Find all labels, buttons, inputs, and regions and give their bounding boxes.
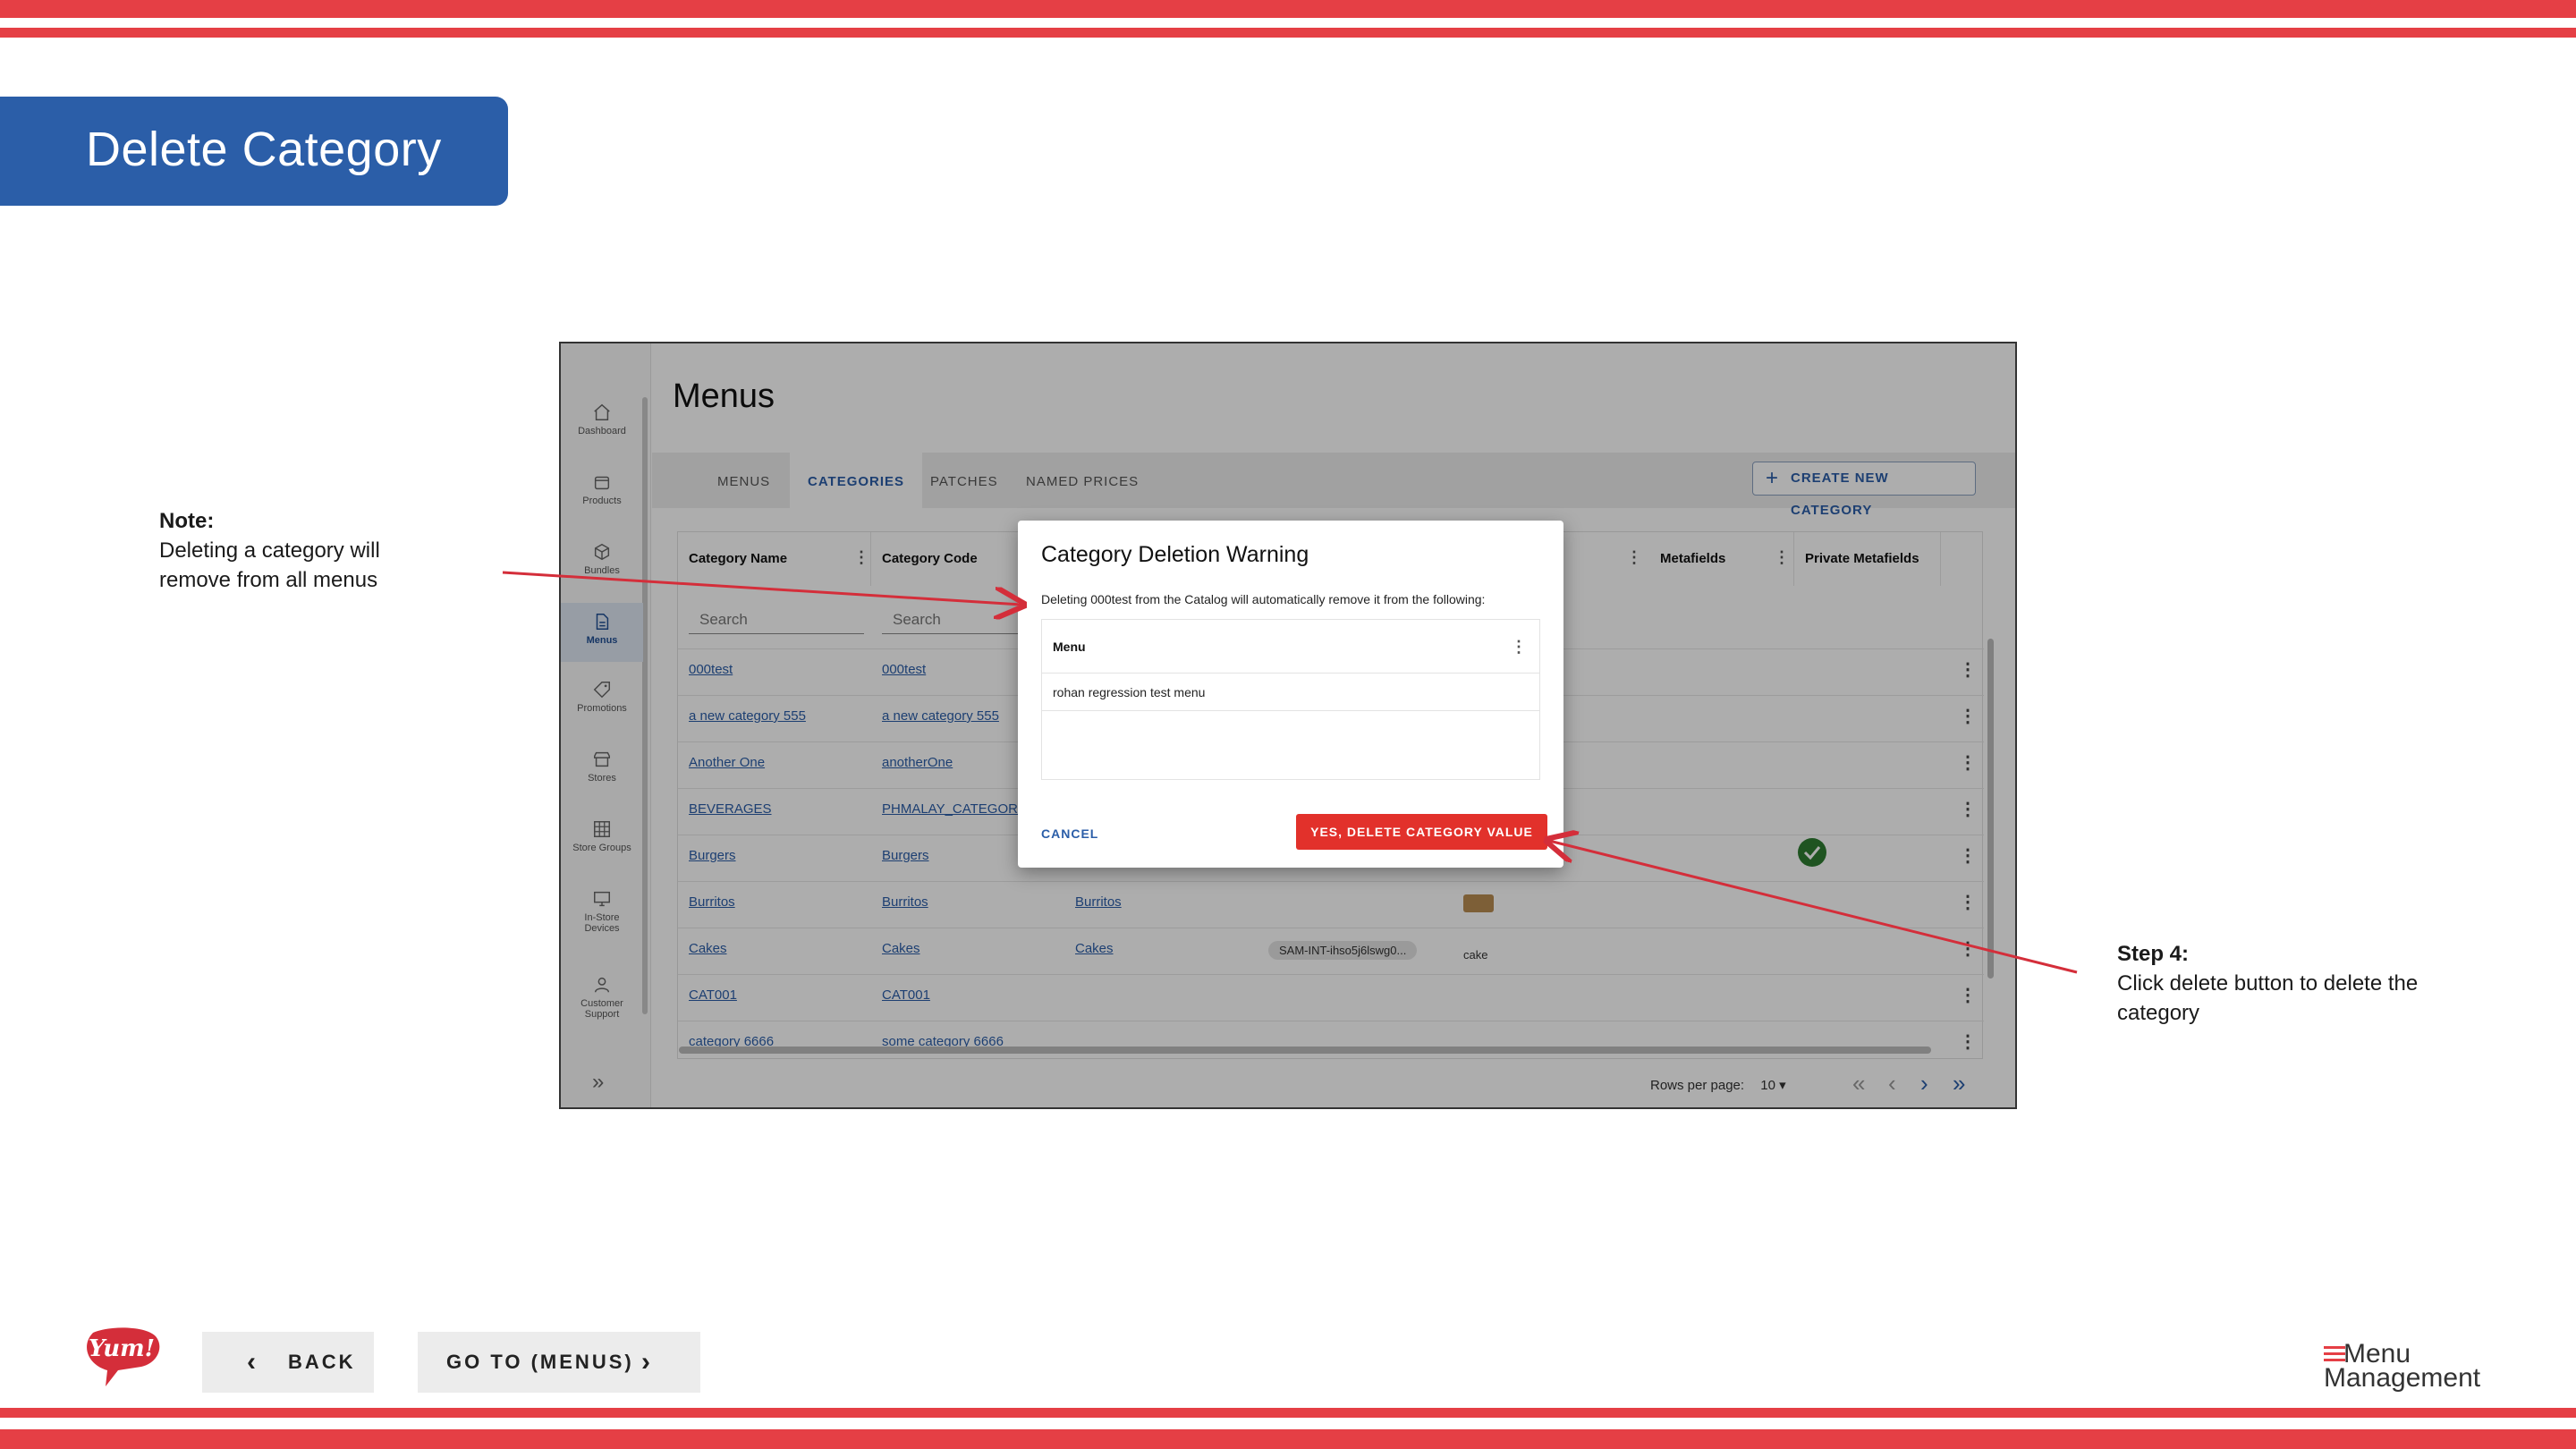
menu-management-logo: Menu Management (2324, 1339, 2481, 1393)
back-label: BACK (288, 1351, 356, 1373)
dialog-title: Category Deletion Warning (1041, 542, 1309, 567)
title-banner: Delete Category (0, 97, 508, 206)
menu-lines-icon (2324, 1346, 2345, 1365)
note-heading: Note: (159, 509, 215, 533)
top-stripe-thin (0, 28, 2576, 38)
chevron-left-icon: ‹ (247, 1347, 258, 1377)
note-line: remove from all menus (159, 568, 378, 592)
goto-label: GO TO (MENUS) (446, 1351, 634, 1373)
logo-line: Management (2324, 1363, 2481, 1393)
logo-line: Menu (2343, 1339, 2411, 1368)
dialog-message: Deleting 000test from the Catalog will a… (1041, 592, 1486, 606)
affected-menus-table: Menu ⋮ rohan regression test menu (1041, 619, 1540, 780)
affected-menu-row: rohan regression test menu (1042, 674, 1539, 711)
back-button[interactable]: ‹ BACK (202, 1332, 374, 1393)
column-menu-icon[interactable]: ⋮ (1511, 620, 1527, 674)
top-stripe-thick (0, 0, 2576, 18)
app-screenshot: Dashboard Products Bundles Menus Promoti… (559, 342, 2017, 1109)
confirm-delete-button[interactable]: YES, DELETE CATEGORY VALUE (1296, 814, 1547, 850)
note-annotation: Note: Deleting a category will remove fr… (159, 506, 380, 595)
step-annotation: Step 4: Click delete button to delete th… (2117, 939, 2418, 1028)
chevron-right-icon: › (641, 1347, 653, 1377)
note-line: Deleting a category will (159, 538, 380, 563)
yum-logo: Yum! (87, 1327, 160, 1386)
column-label: Menu (1053, 640, 1086, 654)
bottom-stripe-thin (0, 1408, 2576, 1418)
bottom-stripe-thick (0, 1429, 2576, 1449)
slide-title: Delete Category (86, 123, 442, 176)
category-deletion-dialog: Category Deletion Warning Deleting 000te… (1018, 521, 1563, 868)
cancel-button[interactable]: CANCEL (1041, 826, 1098, 841)
step-heading: Step 4: (2117, 942, 2190, 966)
yum-logo-text: Yum! (89, 1335, 155, 1362)
step-line: Click delete button to delete the (2117, 971, 2419, 996)
slide: Delete Category Note: Deleting a categor… (0, 0, 2576, 1449)
menu-column-header: Menu ⋮ (1042, 620, 1539, 674)
step-line: category (2117, 1001, 2200, 1025)
go-to-menus-button[interactable]: GO TO (MENUS) › (418, 1332, 700, 1393)
